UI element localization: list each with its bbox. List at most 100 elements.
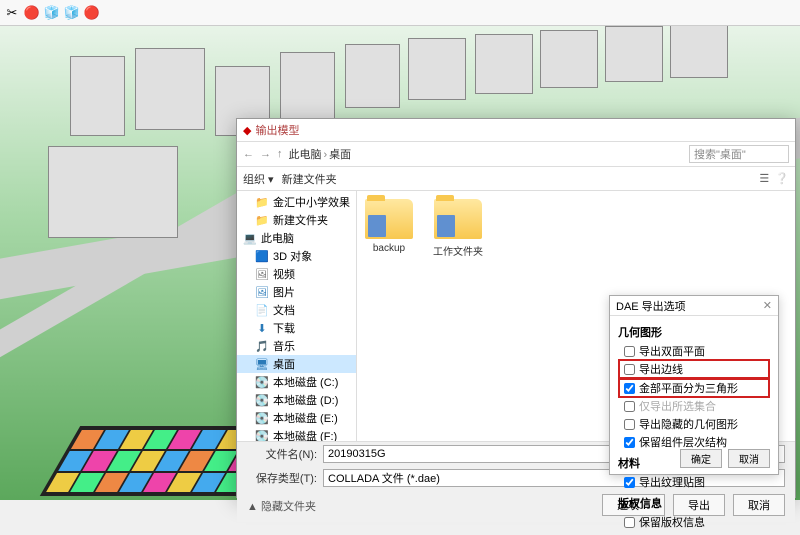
tree-label: 桌面 bbox=[273, 356, 295, 372]
tool-scissors-icon[interactable]: ✂ bbox=[4, 5, 20, 21]
tree-icon: 🖥 bbox=[255, 358, 269, 371]
tree-item[interactable]: 🟦3D 对象 bbox=[237, 247, 356, 265]
tree-icon: 💽 bbox=[255, 394, 269, 407]
search-input[interactable]: 搜索"桌面" bbox=[689, 145, 789, 163]
folder-icon bbox=[365, 199, 413, 239]
tree-item[interactable]: 🎵 音乐 bbox=[237, 337, 356, 355]
tree-icon: ⬇ bbox=[255, 322, 269, 335]
tree-label: 下载 bbox=[273, 320, 295, 336]
tree-icon: 🖼 bbox=[255, 268, 269, 281]
checkbox[interactable] bbox=[624, 517, 635, 528]
nav-back-icon[interactable]: ← bbox=[243, 148, 254, 160]
cancel-button[interactable]: 取消 bbox=[728, 449, 770, 468]
tree-label: 新建文件夹 bbox=[273, 212, 328, 228]
tree-item[interactable]: 💽 本地磁盘 (D:) bbox=[237, 391, 356, 409]
checkbox[interactable] bbox=[624, 383, 635, 394]
tree-item[interactable]: 📁 新建文件夹 bbox=[237, 211, 356, 229]
building bbox=[475, 34, 533, 94]
folder-icon bbox=[434, 199, 482, 239]
checkbox[interactable] bbox=[624, 419, 635, 430]
option-row[interactable]: 仅导出所选集合 bbox=[618, 397, 770, 415]
option-row[interactable]: 导出纹理贴图 bbox=[618, 473, 770, 491]
tree-label: 本地磁盘 (D:) bbox=[273, 392, 338, 408]
sketchup-icon: ◆ bbox=[243, 124, 251, 137]
file-area[interactable]: backup 工作文件夹 DAE 导出选项 ✕ 几何图形 导出双面平面导出边线金… bbox=[357, 191, 795, 441]
hide-folders-toggle[interactable]: ▲ 隐藏文件夹 bbox=[237, 495, 326, 517]
checkbox[interactable] bbox=[624, 346, 635, 357]
dialog-title-text: 输出模型 bbox=[255, 122, 299, 138]
tree-label: 音乐 bbox=[273, 338, 295, 354]
tool-sphere-red2-icon[interactable]: 🔴 bbox=[84, 5, 100, 21]
tree-item[interactable]: 🖥 桌面 bbox=[237, 355, 356, 373]
building bbox=[605, 26, 663, 82]
building bbox=[135, 48, 205, 130]
new-folder-button[interactable]: 新建文件夹 bbox=[282, 171, 337, 187]
checkbox[interactable] bbox=[624, 401, 635, 412]
tree-label: 图片 bbox=[273, 284, 295, 300]
app-toolbar: ✂ 🔴 🧊 🧊 🔴 bbox=[0, 0, 800, 26]
folder-label: backup bbox=[373, 243, 405, 254]
checkbox[interactable] bbox=[624, 477, 635, 488]
tree-item[interactable]: 💻 此电脑 bbox=[237, 229, 356, 247]
building bbox=[48, 146, 178, 238]
dialog-titlebar[interactable]: ◆ 输出模型 bbox=[237, 119, 795, 141]
option-row[interactable]: 保留版权信息 bbox=[618, 513, 770, 531]
organize-button[interactable]: 组织 ▾ bbox=[243, 171, 274, 187]
help-icon[interactable]: ❔ bbox=[775, 172, 789, 185]
building bbox=[345, 44, 400, 108]
tree-item[interactable]: 📄 文档 bbox=[237, 301, 356, 319]
tree-label: 本地磁盘 (F:) bbox=[273, 428, 337, 441]
dae-options-panel: DAE 导出选项 ✕ 几何图形 导出双面平面导出边线金部平面分为三角形仅导出所选… bbox=[609, 295, 779, 475]
folder-label: 工作文件夹 bbox=[433, 243, 483, 258]
close-icon[interactable]: ✕ bbox=[763, 299, 772, 312]
tree-icon: 🎵 bbox=[255, 340, 269, 353]
option-row[interactable]: 导出隐藏的几何图形 bbox=[618, 415, 770, 433]
ok-button[interactable]: 确定 bbox=[680, 449, 722, 468]
options-title: DAE 导出选项 bbox=[616, 298, 686, 314]
tree-item[interactable]: 🖼 视频 bbox=[237, 265, 356, 283]
tree-item[interactable]: 📁金汇中小学效果 bbox=[237, 193, 356, 211]
tool-cube1-icon[interactable]: 🧊 bbox=[44, 5, 60, 21]
tree-icon: 💽 bbox=[255, 430, 269, 442]
building bbox=[280, 52, 335, 120]
checkbox[interactable] bbox=[624, 437, 635, 448]
nav-up-icon[interactable]: ↑ bbox=[277, 148, 283, 160]
folder-item[interactable]: backup bbox=[365, 199, 413, 254]
filename-label: 文件名(N): bbox=[247, 446, 317, 462]
tree-icon: 🖼 bbox=[255, 286, 269, 299]
building bbox=[70, 56, 125, 136]
filetype-label: 保存类型(T): bbox=[247, 470, 317, 486]
checkbox[interactable] bbox=[624, 364, 635, 375]
section-geometry: 几何图形 bbox=[618, 324, 770, 340]
folder-item[interactable]: 工作文件夹 bbox=[433, 199, 483, 258]
tree-item[interactable]: 💽 本地磁盘 (C:) bbox=[237, 373, 356, 391]
tree-icon: 📄 bbox=[255, 304, 269, 317]
tree-label: 此电脑 bbox=[261, 230, 294, 246]
tool-sphere-red-icon[interactable]: 🔴 bbox=[24, 5, 40, 21]
dialog-toolbar: 组织 ▾ 新建文件夹 ☰ ❔ bbox=[237, 167, 795, 191]
tool-cube2-icon[interactable]: 🧊 bbox=[64, 5, 80, 21]
option-row[interactable]: 导出边线 bbox=[618, 359, 770, 379]
building bbox=[540, 30, 598, 88]
tree-item[interactable]: 💽 本地磁盘 (F:) bbox=[237, 427, 356, 441]
tree-icon: 📁 bbox=[255, 214, 269, 227]
tree-label: 视频 bbox=[273, 266, 295, 282]
export-dialog: ◆ 输出模型 ← → ↑ 此电脑›桌面 搜索"桌面" 组织 ▾ 新建文件夹 ☰ … bbox=[236, 118, 796, 498]
tree-icon: 💽 bbox=[255, 412, 269, 425]
tree-icon: 💽 bbox=[255, 376, 269, 389]
tree-label: 文档 bbox=[273, 302, 295, 318]
tree-item[interactable]: ⬇ 下载 bbox=[237, 319, 356, 337]
tree-item[interactable]: 💽本地磁盘 (E:) bbox=[237, 409, 356, 427]
tree-icon: 💻 bbox=[243, 232, 257, 245]
view-mode-icon[interactable]: ☰ bbox=[759, 172, 769, 185]
option-row[interactable]: 导出双面平面 bbox=[618, 342, 770, 360]
breadcrumb[interactable]: 此电脑›桌面 bbox=[289, 146, 352, 162]
nav-fwd-icon[interactable]: → bbox=[260, 148, 271, 160]
tree-icon: 📁 bbox=[255, 196, 269, 209]
folder-tree[interactable]: 📁金汇中小学效果📁新建文件夹💻此电脑🟦3D 对象🖼视频🖼图片📄文档⬇下载🎵音乐🖥… bbox=[237, 191, 357, 441]
tree-label: 本地磁盘 (C:) bbox=[273, 374, 338, 390]
tree-label: 3D 对象 bbox=[273, 248, 312, 264]
tree-item[interactable]: 🖼 图片 bbox=[237, 283, 356, 301]
option-row[interactable]: 金部平面分为三角形 bbox=[618, 378, 770, 398]
dialog-nav: ← → ↑ 此电脑›桌面 搜索"桌面" bbox=[237, 141, 795, 167]
